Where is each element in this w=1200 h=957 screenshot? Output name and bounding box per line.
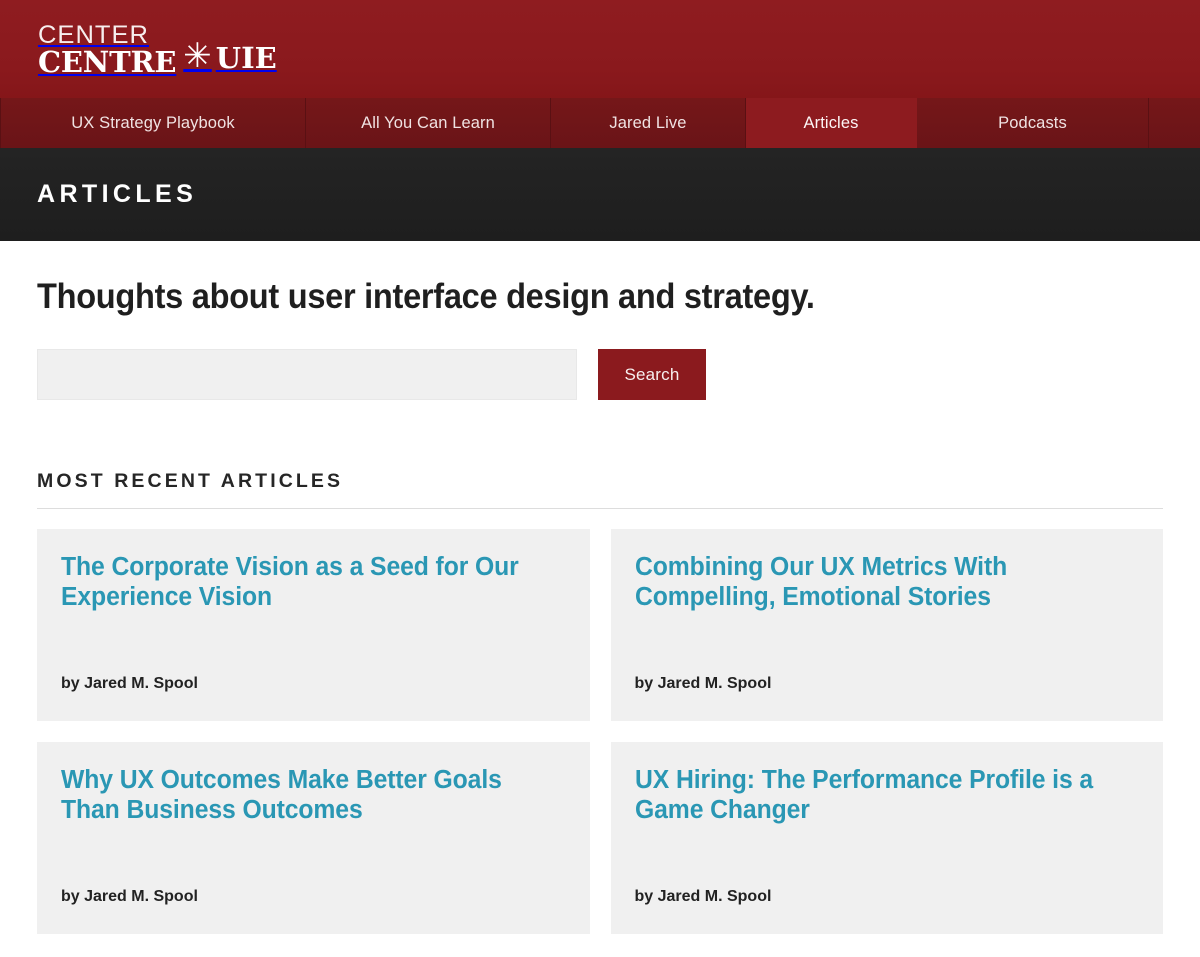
search-button[interactable]: Search [598,349,706,400]
section-divider [37,508,1163,509]
asterisk-icon: ✳ [183,36,212,76]
nav-item-ux-strategy-playbook[interactable]: UX Strategy Playbook [0,98,306,148]
article-card[interactable]: UX Hiring: The Performance Profile is a … [610,742,1163,934]
logo-uie: UIE [215,41,277,75]
nav-item-jared-live[interactable]: Jared Live [551,98,746,148]
page-headline: Thoughts about user interface design and… [37,277,815,316]
page-title: ARTICLES [37,180,198,208]
main-content: Thoughts about user interface design and… [0,277,1200,934]
article-byline: by Jared M. Spool [634,888,772,905]
logo-wordmark: CENTER CENTRE [38,21,177,80]
article-title: The Corporate Vision as a Seed for Our E… [61,553,519,611]
logo-line-center: CENTER [38,21,149,50]
article-card[interactable]: The Corporate Vision as a Seed for Our E… [37,529,590,721]
nav-item-all-you-can-learn[interactable]: All You Can Learn [306,98,551,148]
primary-navigation: UX Strategy Playbook All You Can Learn J… [0,98,1200,148]
article-search-form: Search [37,349,1163,400]
page-banner: ARTICLES [0,148,1200,241]
article-card-grid: The Corporate Vision as a Seed for Our E… [37,529,1163,934]
logo-line-centre: CENTRE [38,45,177,80]
article-byline: by Jared M. Spool [61,888,198,905]
nav-item-articles[interactable]: Articles [746,98,917,148]
site-logo[interactable]: CENTER CENTRE ✳ UIE [38,18,277,80]
search-input[interactable] [37,349,577,400]
article-title: Why UX Outcomes Make Better Goals Than B… [61,766,502,824]
section-heading-most-recent: MOST RECENT ARTICLES [37,470,344,492]
article-title: Combining Our UX Metrics With Compelling… [634,553,1007,611]
site-header: CENTER CENTRE ✳ UIE [0,0,1200,98]
article-card[interactable]: Combining Our UX Metrics With Compelling… [610,529,1163,721]
nav-item-podcasts[interactable]: Podcasts [917,98,1149,148]
article-card[interactable]: Why UX Outcomes Make Better Goals Than B… [37,742,590,934]
article-byline: by Jared M. Spool [634,675,772,692]
article-title: UX Hiring: The Performance Profile is a … [634,766,1093,824]
article-byline: by Jared M. Spool [61,675,198,692]
